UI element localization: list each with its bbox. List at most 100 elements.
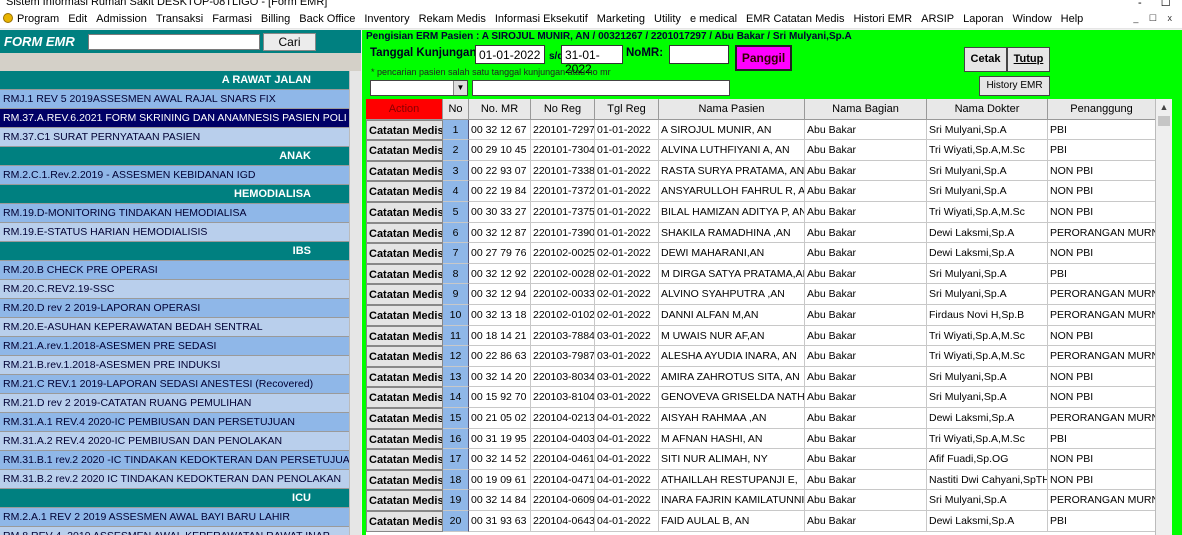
table-row[interactable]: Catatan Medis 12 00 22 86 63 220103-7987 03-…	[366, 346, 1156, 367]
table-row[interactable]: Catatan Medis 9 00 32 12 94 220102-0033 02-0…	[366, 284, 1156, 305]
table-row[interactable]: Catatan Medis 4 00 22 19 84 220101-7372 01-0…	[366, 181, 1156, 202]
date-from-input[interactable]: 01-01-2022	[475, 45, 545, 64]
menu-item[interactable]: Edit	[68, 13, 87, 25]
form-search-input[interactable]	[88, 34, 260, 50]
column-header[interactable]: Action	[366, 99, 443, 120]
sidebar-form-item[interactable]: RM.31.A.2 REV.4 2020-IC PEMBIUSAN DAN PE…	[0, 432, 349, 451]
menu-item[interactable]: Back Office	[299, 13, 355, 25]
sidebar-form-item[interactable]: RM.20.C.REV2.19-SSC	[0, 280, 349, 299]
table-row[interactable]: Catatan Medis 16 00 31 19 95 220104-0403 04-…	[366, 428, 1156, 450]
column-header[interactable]: Nama Dokter	[927, 99, 1048, 120]
dropdown-arrow-icon[interactable]: ▼	[453, 81, 467, 95]
catatan-medis-button[interactable]: Catatan Medis	[366, 222, 443, 244]
menu-item[interactable]: ARSIP	[921, 13, 954, 25]
catatan-medis-button[interactable]: Catatan Medis	[366, 284, 443, 305]
table-row[interactable]: Catatan Medis 2 00 29 10 45 220101-7304 01-0…	[366, 140, 1156, 161]
catatan-medis-button[interactable]: Catatan Medis	[366, 181, 443, 202]
cari-button[interactable]: Cari	[263, 33, 316, 51]
catatan-medis-button[interactable]: Catatan Medis	[366, 160, 443, 182]
table-row[interactable]: Catatan Medis 20 00 31 93 63 220104-0643 04-…	[366, 511, 1156, 532]
sidebar-form-item[interactable]: RM.19.D-MONITORING TINDAKAN HEMODIALISA	[0, 204, 349, 223]
sidebar-form-item[interactable]: RM.21.A.rev.1.2018-ASESMEN PRE SEDASI	[0, 337, 349, 356]
menu-item[interactable]: Transaksi	[156, 13, 203, 25]
sidebar-form-item[interactable]: RM.21.C REV.1 2019-LAPORAN SEDASI ANESTE…	[0, 375, 349, 394]
catatan-medis-button[interactable]: Catatan Medis	[366, 366, 443, 388]
table-row[interactable]: Catatan Medis 18 00 19 09 61 220104-0471 04-…	[366, 469, 1156, 491]
catatan-medis-button[interactable]: Catatan Medis	[366, 490, 443, 511]
sidebar-form-item[interactable]: RM.2.C.1.Rev.2.2019 - ASSESMEN KEBIDANAN…	[0, 166, 349, 185]
catatan-medis-button[interactable]: Catatan Medis	[366, 428, 443, 450]
catatan-medis-button[interactable]: Catatan Medis	[366, 202, 443, 223]
table-row[interactable]: Catatan Medis 15 00 21 05 02 220104-0213 04-…	[366, 408, 1156, 429]
menu-item[interactable]: Laporan	[963, 13, 1003, 25]
sidebar-form-item[interactable]: RM.21.D rev 2 2019-CATATAN RUANG PEMULIH…	[0, 394, 349, 413]
column-header[interactable]: No. MR	[469, 99, 531, 120]
app-icon[interactable]	[3, 13, 13, 23]
patient-search-input[interactable]	[472, 80, 730, 96]
menu-item[interactable]: Inventory	[364, 13, 409, 25]
catatan-medis-button[interactable]: Catatan Medis	[366, 243, 443, 264]
sidebar-form-item[interactable]: RM.20.D rev 2 2019-LAPORAN OPERASI	[0, 299, 349, 318]
tutup-button[interactable]: Tutup	[1007, 47, 1050, 72]
column-header[interactable]: Penanggung	[1048, 99, 1156, 120]
sidebar-form-item[interactable]: RMJ.1 REV 5 2019ASSESMEN AWAL RAJAL SNAR…	[0, 90, 349, 109]
menu-item[interactable]: Utility	[654, 13, 681, 25]
catatan-medis-button[interactable]: Catatan Medis	[366, 140, 443, 161]
menu-item[interactable]: Help	[1061, 13, 1084, 25]
table-row[interactable]: Catatan Medis 10 00 32 13 18 220102-0102 02-…	[366, 305, 1156, 326]
sidebar-form-item[interactable]: RM.37.C1 SURAT PERNYATAAN PASIEN	[0, 128, 349, 147]
table-row[interactable]: Catatan Medis 8 00 32 12 92 220102-0028 02-0…	[366, 263, 1156, 285]
sidebar-form-item[interactable]: RM.8 REV 4. 2019 ASSESMEN AWAL KEPERAWAT…	[0, 527, 349, 535]
sidebar-form-item[interactable]: RM.31.B.1 rev.2 2020 -IC TINDAKAN KEDOKT…	[0, 451, 349, 470]
table-row[interactable]: Catatan Medis 3 00 22 93 07 220101-7338 01-0…	[366, 160, 1156, 182]
cetak-button[interactable]: Cetak	[964, 47, 1007, 72]
table-row[interactable]: Catatan Medis 5 00 30 33 27 220101-7375 01-0…	[366, 202, 1156, 223]
menu-item[interactable]: Window	[1013, 13, 1052, 25]
catatan-medis-button[interactable]: Catatan Medis	[366, 346, 443, 367]
menu-item[interactable]: e medical	[690, 13, 737, 25]
sidebar-form-item[interactable]: RM.20.E-ASUHAN KEPERAWATAN BEDAH SENTRAL	[0, 318, 349, 337]
window-controls[interactable]: - ☐ x	[1138, 0, 1182, 9]
column-header[interactable]: No	[443, 99, 469, 120]
grid-scrollbar[interactable]: ▲	[1155, 99, 1172, 535]
sidebar-form-item[interactable]: RM.19.E-STATUS HARIAN HEMODIALISIS	[0, 223, 349, 242]
catatan-medis-button[interactable]: Catatan Medis	[366, 511, 443, 532]
catatan-medis-button[interactable]: Catatan Medis	[366, 325, 443, 347]
column-header[interactable]: No Reg	[531, 99, 595, 120]
menu-item[interactable]: Rekam Medis	[419, 13, 486, 25]
catatan-medis-button[interactable]: Catatan Medis	[366, 387, 443, 408]
menu-item[interactable]: Program	[17, 13, 59, 25]
catatan-medis-button[interactable]: Catatan Medis	[366, 408, 443, 429]
history-emr-button[interactable]: History EMR	[979, 76, 1050, 96]
sidebar-form-item[interactable]: RM.31.B.2 rev.2 2020 IC TINDAKAN KEDOKTE…	[0, 470, 349, 489]
date-to-input[interactable]: 31-01-2022	[561, 45, 623, 76]
table-row[interactable]: Catatan Medis 14 00 15 92 70 220103-8104 03-…	[366, 387, 1156, 408]
menu-item[interactable]: Billing	[261, 13, 290, 25]
catatan-medis-button[interactable]: Catatan Medis	[366, 449, 443, 470]
menu-item[interactable]: Informasi Eksekutif	[495, 13, 588, 25]
scroll-up-icon[interactable]: ▲	[1156, 99, 1172, 115]
menu-item[interactable]: Farmasi	[212, 13, 252, 25]
sidebar-scrollbar[interactable]	[349, 71, 361, 535]
menu-item[interactable]: Admission	[96, 13, 147, 25]
table-row[interactable]: Catatan Medis 7 00 27 79 76 220102-0025 02-0…	[366, 243, 1156, 264]
column-header[interactable]: Nama Bagian	[805, 99, 927, 120]
column-header[interactable]: Tgl Reg	[595, 99, 659, 120]
menu-item[interactable]: Histori EMR	[853, 13, 912, 25]
table-row[interactable]: Catatan Medis 1 00 32 12 67 220101-7297 01-0…	[366, 119, 1156, 141]
catatan-medis-button[interactable]: Catatan Medis	[366, 263, 443, 285]
table-row[interactable]: Catatan Medis 19 00 32 14 84 220104-0609 04-…	[366, 490, 1156, 511]
sidebar-form-item[interactable]: RM.37.A.REV.6.2021 FORM SKRINING DAN ANA…	[0, 109, 349, 128]
panggil-button[interactable]: Panggil	[735, 45, 792, 71]
scroll-thumb[interactable]	[1158, 116, 1170, 126]
filter-dropdown[interactable]: ▼	[370, 80, 468, 96]
table-row[interactable]: Catatan Medis 17 00 32 14 52 220104-0461 04-…	[366, 449, 1156, 470]
nomr-input[interactable]	[669, 45, 729, 64]
catatan-medis-button[interactable]: Catatan Medis	[366, 469, 443, 491]
table-row[interactable]: Catatan Medis 13 00 32 14 20 220103-8034 03-…	[366, 366, 1156, 388]
sidebar-form-item[interactable]: RM.2.A.1 REV 2 2019 ASSESMEN AWAL BAYI B…	[0, 508, 349, 527]
sidebar-form-item[interactable]: RM.31.A.1 REV.4 2020-IC PEMBIUSAN DAN PE…	[0, 413, 349, 432]
sidebar-form-item[interactable]: RM.21.B.rev.1.2018-ASESMEN PRE INDUKSI	[0, 356, 349, 375]
sidebar-form-item[interactable]: RM.20.B CHECK PRE OPERASI	[0, 261, 349, 280]
table-row[interactable]: Catatan Medis 6 00 32 12 87 220101-7390 01-0…	[366, 222, 1156, 244]
